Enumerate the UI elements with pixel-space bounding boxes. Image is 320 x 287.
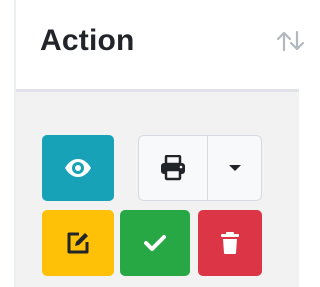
check-icon [143, 233, 167, 253]
edit-button[interactable] [42, 210, 114, 276]
approve-button[interactable] [120, 210, 190, 276]
action-column-panel: Action [0, 0, 305, 287]
trash-icon [220, 231, 240, 255]
print-options-dropdown[interactable] [208, 136, 261, 200]
eye-icon [64, 158, 92, 178]
caret-down-icon [228, 164, 242, 172]
printer-icon [159, 155, 187, 181]
view-button[interactable] [42, 135, 114, 201]
column-header[interactable]: Action [16, 0, 305, 92]
print-button-group [138, 135, 262, 201]
edit-icon [66, 231, 90, 255]
print-button[interactable] [139, 136, 207, 200]
sort-arrows-icon[interactable] [274, 28, 308, 54]
column-header-title: Action [40, 24, 135, 57]
delete-button[interactable] [198, 210, 262, 276]
